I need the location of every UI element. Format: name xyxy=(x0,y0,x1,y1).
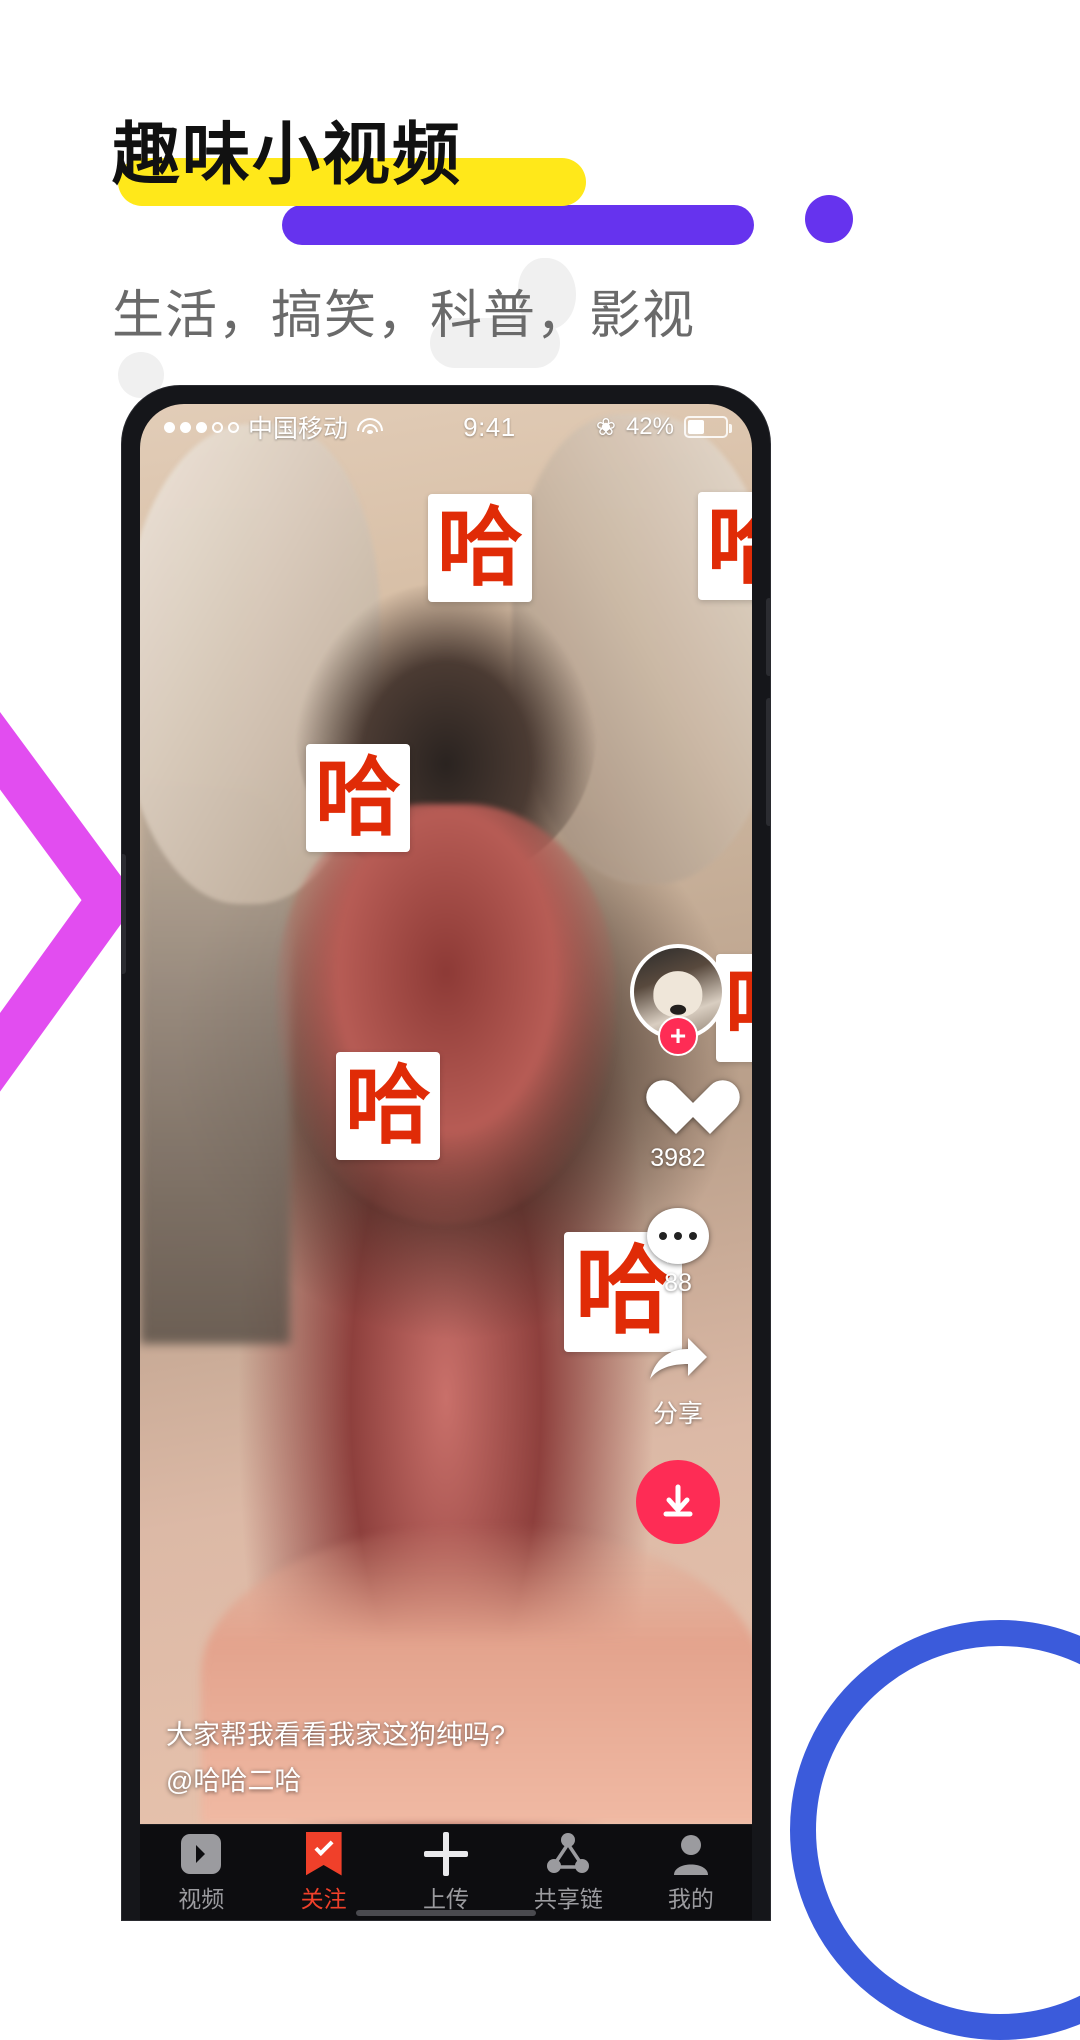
ha-sticker: 哈 xyxy=(428,494,532,602)
tab-follow-label: 关注 xyxy=(300,1885,347,1912)
phone-button-right-bottom xyxy=(766,698,770,826)
like-count: 3982 xyxy=(650,1144,706,1172)
phone-mockup: 中国移动 9:41 ❀ 42% 哈哈哈哈哈哈哈 + xyxy=(122,386,770,1920)
tab-upload[interactable]: 上传 xyxy=(385,1831,507,1914)
avatar-nose xyxy=(670,1004,686,1015)
headline-purple-bar xyxy=(282,205,754,245)
ha-sticker: 哈 xyxy=(336,1052,440,1160)
action-rail: + 3982 88 分享 xyxy=(622,944,734,1574)
video-play-icon xyxy=(140,1832,262,1876)
dot-decoration xyxy=(805,195,853,243)
plus-icon xyxy=(385,1831,507,1876)
person-icon xyxy=(630,1832,752,1876)
bookmark-check-icon xyxy=(262,1831,384,1876)
page-title: 趣味小视频 xyxy=(112,117,463,193)
caption-group: 大家帮我看看我家这狗纯吗? @哈哈二哈 xyxy=(166,1714,505,1802)
phone-button-left xyxy=(122,854,126,974)
tab-follow[interactable]: 关注 xyxy=(262,1831,384,1914)
ha-sticker: 哈 xyxy=(306,744,410,852)
download-icon xyxy=(636,1460,720,1544)
battery-percent: 42% xyxy=(625,413,674,440)
wifi-icon xyxy=(357,417,384,437)
home-indicator xyxy=(356,1910,536,1916)
like-button[interactable]: 3982 xyxy=(622,1078,734,1173)
battery-icon xyxy=(684,416,732,438)
tab-share-chain[interactable]: 共享链 xyxy=(507,1832,629,1914)
ring-decoration xyxy=(790,1620,1080,2040)
signal-dots-icon xyxy=(164,421,239,433)
download-button[interactable] xyxy=(622,1460,734,1544)
comment-count: 88 xyxy=(664,1269,692,1297)
phone-button-right-top xyxy=(766,598,770,676)
follow-button[interactable]: + xyxy=(658,1016,698,1056)
share-button[interactable]: 分享 xyxy=(622,1328,734,1430)
video-caption: 大家帮我看看我家这狗纯吗? xyxy=(166,1720,506,1750)
comment-icon xyxy=(622,1203,734,1269)
phone-screen: 中国移动 9:41 ❀ 42% 哈哈哈哈哈哈哈 + xyxy=(140,404,752,1920)
share-label: 分享 xyxy=(652,1400,703,1428)
tab-profile[interactable]: 我的 xyxy=(630,1832,752,1914)
heart-icon xyxy=(622,1078,734,1144)
comment-button[interactable]: 88 xyxy=(622,1203,734,1298)
status-bar: 中国移动 9:41 ❀ 42% xyxy=(140,404,752,450)
share-network-icon xyxy=(507,1832,629,1876)
status-time: 9:41 xyxy=(463,411,516,442)
video-username[interactable]: @哈哈二哈 xyxy=(166,1760,505,1802)
bluetooth-icon: ❀ xyxy=(595,413,616,441)
bottom-tab-bar: 视频 关注 上传 共享链 我的 xyxy=(140,1824,752,1920)
tab-video[interactable]: 视频 xyxy=(140,1832,262,1914)
husky-mouth xyxy=(276,804,616,1224)
ha-sticker: 哈 xyxy=(698,492,752,600)
avatar-group[interactable]: + xyxy=(630,944,726,1056)
page-subtitle: 生活，搞笑，科普，影视 xyxy=(112,287,696,345)
share-arrow-icon xyxy=(622,1328,734,1394)
headline-group: 趣味小视频 xyxy=(112,112,754,245)
tab-share-chain-label: 共享链 xyxy=(533,1885,603,1912)
tab-profile-label: 我的 xyxy=(667,1885,714,1912)
tab-video-label: 视频 xyxy=(178,1885,225,1912)
tab-upload-label: 上传 xyxy=(423,1885,470,1912)
carrier-label: 中国移动 xyxy=(248,415,349,443)
